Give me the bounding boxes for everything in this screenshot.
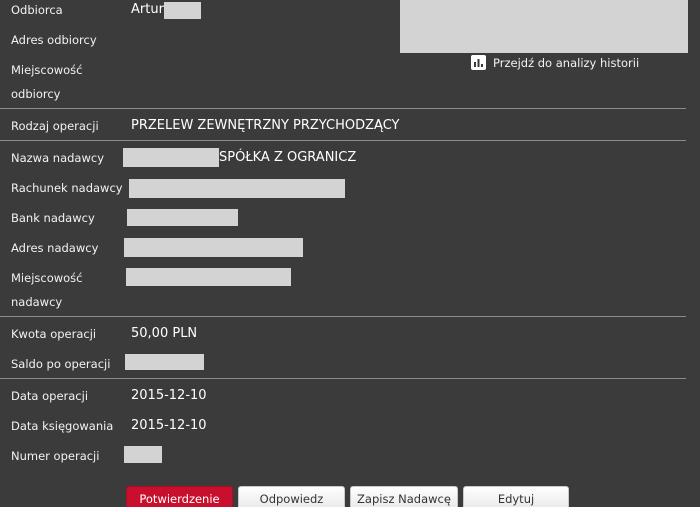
redacted-balance	[125, 354, 204, 370]
divider	[0, 316, 686, 317]
recipient-city-label-line1: Miejscowość	[11, 63, 83, 77]
redacted-recipient-surname	[164, 2, 201, 19]
page-bottom-edge	[0, 507, 700, 512]
redacted-sender-bank	[127, 209, 238, 226]
operation-type-label: Rodzaj operacji	[11, 119, 99, 133]
divider	[0, 108, 686, 109]
history-analysis-label: Przejdź do analizy historii	[493, 55, 640, 70]
bar-chart-icon	[471, 55, 486, 70]
divider	[0, 140, 686, 141]
operation-number-label: Numer operacji	[11, 449, 100, 463]
sender-city-label-line2: nadawcy	[11, 295, 63, 309]
sender-name-label: Nazwa nadawcy	[11, 151, 105, 165]
amount-label: Kwota operacji	[11, 327, 97, 341]
operation-type-value: PRZELEW ZEWNĘTRZNY PRZYCHODZĄCY	[131, 118, 400, 133]
history-analysis-link[interactable]: Przejdź do analizy historii	[471, 55, 639, 70]
sender-name-value: SPÓŁKA Z OGRANICZ	[219, 150, 357, 165]
operation-date-value: 2015-12-10	[131, 388, 207, 403]
redacted-sender-address	[124, 238, 303, 257]
sender-address-label: Adres nadawcy	[11, 241, 99, 255]
amount-value: 50,00 PLN	[131, 326, 198, 341]
booking-date-value: 2015-12-10	[131, 418, 207, 433]
redacted-sender-account	[129, 179, 345, 198]
booking-date-label: Data księgowania	[11, 419, 114, 433]
redacted-sender-city	[126, 268, 291, 286]
recipient-name-label: Odbiorca	[11, 3, 63, 17]
recipient-city-label-line2: odbiorcy	[11, 87, 61, 101]
redacted-sender-name	[123, 148, 219, 167]
redacted-map-area	[400, 0, 688, 53]
sender-account-label: Rachunek nadawcy	[11, 181, 123, 195]
recipient-address-label: Adres odbiorcy	[11, 33, 97, 47]
recipient-name-value: Artur	[131, 2, 164, 17]
sender-bank-label: Bank nadawcy	[11, 211, 95, 225]
operation-date-label: Data operacji	[11, 389, 89, 403]
divider	[0, 378, 686, 379]
balance-label: Saldo po operacji	[11, 357, 111, 371]
redacted-operation-number	[124, 446, 162, 463]
sender-city-label-line1: Miejscowość	[11, 271, 83, 285]
